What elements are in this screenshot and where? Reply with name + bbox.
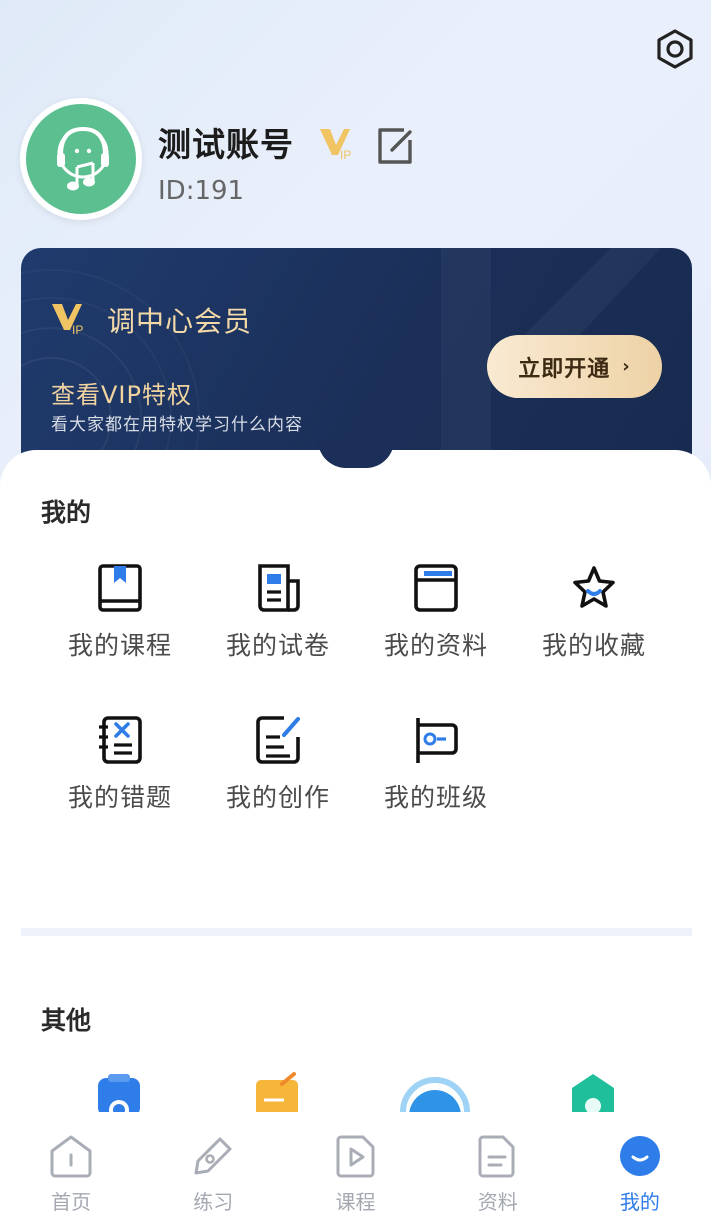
other-item-2[interactable] bbox=[237, 1070, 317, 1112]
play-icon bbox=[332, 1132, 380, 1180]
folder-icon bbox=[410, 562, 462, 614]
vip-badge: IP bbox=[318, 125, 360, 167]
settings-button[interactable] bbox=[652, 26, 698, 72]
tab-courses[interactable]: 课程 bbox=[284, 1112, 426, 1227]
vip-privileges-link[interactable]: 查看VIP特权 bbox=[51, 375, 192, 410]
create-icon bbox=[252, 714, 304, 766]
tab-practice[interactable]: 练习 bbox=[142, 1112, 284, 1227]
grid-item-label: 我的创作 bbox=[225, 783, 330, 812]
blue-box-icon bbox=[98, 1074, 140, 1112]
open-vip-button[interactable]: 立即开通 › bbox=[487, 335, 662, 398]
tab-label: 首页 bbox=[51, 1190, 92, 1214]
grid-item-label: 我的收藏 bbox=[541, 631, 646, 660]
tab-label: 资料 bbox=[477, 1190, 518, 1214]
settings-hex-icon bbox=[657, 29, 693, 69]
section-divider bbox=[21, 928, 692, 936]
tab-label: 我的 bbox=[619, 1190, 660, 1214]
other-item-4[interactable] bbox=[553, 1070, 633, 1112]
open-vip-button-label: 立即开通 bbox=[518, 356, 611, 382]
vip-icon: IP bbox=[320, 129, 351, 162]
tab-home[interactable]: 首页 bbox=[0, 1112, 142, 1227]
edit-profile-button[interactable] bbox=[374, 124, 416, 166]
document-icon bbox=[474, 1132, 522, 1180]
svg-text:IP: IP bbox=[72, 323, 83, 336]
grid-item-my-materials[interactable]: 我的资料 bbox=[361, 562, 511, 672]
grid-item-label: 我的试卷 bbox=[225, 631, 330, 660]
music-headphones-icon bbox=[57, 126, 109, 191]
orange-note-icon bbox=[256, 1072, 298, 1112]
other-item-3[interactable] bbox=[395, 1070, 475, 1112]
pen-icon bbox=[189, 1132, 237, 1180]
star-icon bbox=[568, 562, 620, 614]
avatar-image bbox=[26, 104, 136, 214]
paper-icon bbox=[252, 562, 304, 614]
grid-item-my-courses[interactable]: 我的课程 bbox=[45, 562, 195, 672]
grid-item-my-class[interactable]: 我的班级 bbox=[361, 714, 511, 824]
tab-label: 课程 bbox=[335, 1190, 376, 1214]
vip-gold-icon: IP bbox=[52, 304, 83, 337]
vip-description: 看大家都在用特权学习什么内容 bbox=[51, 415, 303, 435]
grid-item-label: 我的班级 bbox=[383, 783, 488, 812]
username: 测试账号 bbox=[158, 125, 294, 164]
vip-title: 调中心会员 bbox=[107, 305, 253, 338]
avatar[interactable] bbox=[20, 98, 142, 220]
home-icon bbox=[47, 1132, 95, 1180]
other-item-1[interactable] bbox=[79, 1070, 159, 1112]
tab-mine[interactable]: 我的 bbox=[569, 1112, 711, 1227]
class-flag-icon bbox=[410, 714, 462, 766]
grid-item-my-favorites[interactable]: 我的收藏 bbox=[519, 562, 669, 672]
grid-item-label: 我的课程 bbox=[67, 631, 172, 660]
grid-item-label: 我的资料 bbox=[383, 631, 488, 660]
profile-smile-icon bbox=[616, 1132, 664, 1180]
svg-text:IP: IP bbox=[340, 148, 351, 162]
book-icon bbox=[94, 562, 146, 614]
section-title-mine: 我的 bbox=[41, 498, 92, 527]
grid-item-my-creations[interactable]: 我的创作 bbox=[203, 714, 353, 824]
grid-item-label: 我的错题 bbox=[67, 783, 172, 812]
vip-logo: IP bbox=[52, 302, 92, 340]
headphones-icon bbox=[400, 1077, 470, 1112]
grid-item-my-papers[interactable]: 我的试卷 bbox=[203, 562, 353, 672]
green-house-icon bbox=[572, 1074, 614, 1112]
tab-materials[interactable]: 资料 bbox=[427, 1112, 569, 1227]
bottom-tab-bar: 首页 练习 课程 资料 我的 bbox=[0, 1112, 711, 1227]
grid-item-my-mistakes[interactable]: 我的错题 bbox=[45, 714, 195, 824]
chevron-right-icon: › bbox=[622, 356, 631, 377]
user-id: ID:191 bbox=[158, 176, 245, 206]
section-title-other: 其他 bbox=[41, 1006, 92, 1035]
tab-label: 练习 bbox=[193, 1190, 234, 1214]
wrong-questions-icon bbox=[94, 714, 146, 766]
edit-icon bbox=[378, 128, 412, 164]
